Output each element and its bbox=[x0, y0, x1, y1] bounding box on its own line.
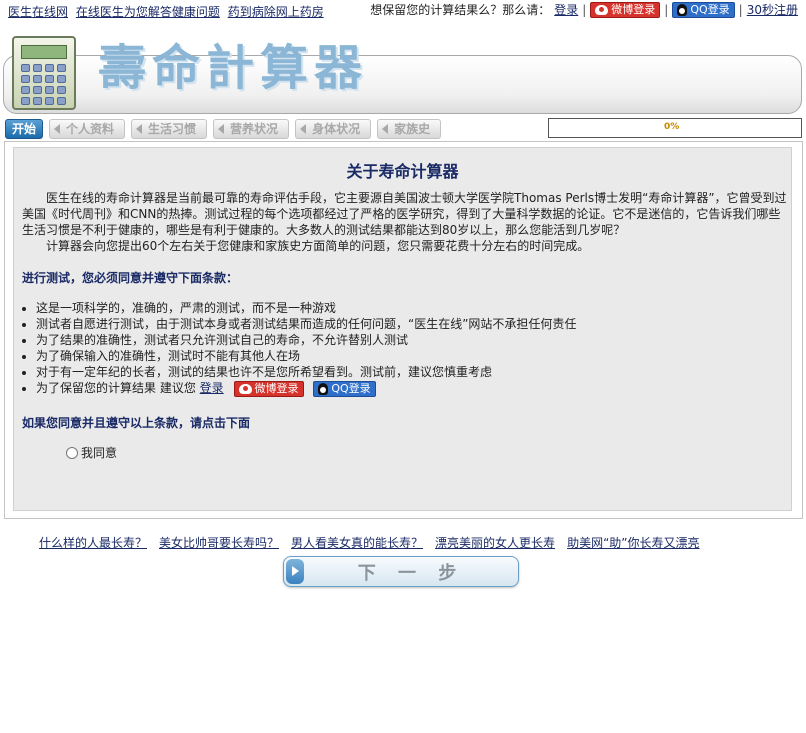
step-tabs: 开始 个人资料 生活习惯 营养状况 身体状况 家族史 bbox=[5, 119, 442, 139]
content-box: 关于寿命计算器 医生在线的寿命计算器是当前最可靠的寿命评估手段，它主要源自美国波… bbox=[13, 147, 792, 511]
top-link-doctor-online[interactable]: 医生在线网 bbox=[8, 5, 68, 19]
terms-item: 测试者自愿进行测试，由于测试本身或者测试结果而造成的任何问题，“医生在线”网站不… bbox=[36, 316, 792, 332]
agree-label: 我同意 bbox=[81, 445, 118, 460]
tab-nutrition[interactable]: 营养状况 bbox=[213, 119, 290, 139]
section-title: 关于寿命计算器 bbox=[346, 162, 459, 181]
tab-physical[interactable]: 身体状况 bbox=[295, 119, 372, 139]
qq-penguin-icon bbox=[677, 3, 688, 16]
related-link[interactable]: 美女比帅哥要长寿吗？ bbox=[159, 534, 279, 551]
save-prompt: 想保留您的计算结果么？那么请： bbox=[370, 3, 551, 17]
page-logo-title: 壽命計算器 bbox=[98, 40, 369, 96]
top-right-login-bar: 想保留您的计算结果么？那么请： 登录 | 微博登录 | QQ登录 | 30秒注册 bbox=[370, 1, 798, 18]
arrow-right-icon bbox=[286, 559, 304, 584]
separator: | bbox=[738, 2, 743, 17]
weibo-icon bbox=[595, 4, 609, 15]
weibo-icon bbox=[238, 383, 252, 394]
qq-login-button[interactable]: QQ登录 bbox=[672, 1, 735, 18]
progress-label: 0% bbox=[664, 122, 680, 132]
about-content: 医生在线的寿命计算器是当前最可靠的寿命评估手段，它主要源自美国波士顿大学医学院T… bbox=[22, 190, 792, 461]
next-step-button[interactable]: 下 一 步 bbox=[283, 556, 519, 587]
weibo-login-label: 微博登录 bbox=[254, 381, 299, 395]
weibo-login-label: 微博登录 bbox=[611, 2, 656, 16]
terms-item: 这是一项科学的，准确的，严肃的测试，而不是一种游戏 bbox=[36, 300, 792, 316]
weibo-login-button[interactable]: 微博登录 bbox=[590, 1, 661, 18]
tab-personal-info[interactable]: 个人资料 bbox=[49, 119, 126, 139]
related-link[interactable]: 助美网“助”你长寿又漂亮 bbox=[567, 534, 699, 551]
next-step-label: 下 一 步 bbox=[357, 562, 465, 584]
intro-paragraph-2: 计算器会向您提出60个左右关于您健康和家族史方面简单的问题，您只需要花费十分左右… bbox=[46, 239, 590, 253]
tab-family-history[interactable]: 家族史 bbox=[377, 119, 442, 139]
qq-login-label: QQ登录 bbox=[331, 381, 371, 395]
related-link[interactable]: 男人看美女真的能长寿？ bbox=[291, 534, 423, 551]
separator: | bbox=[664, 2, 669, 17]
progress-bar: 0% bbox=[548, 118, 802, 138]
top-link-online-doctor[interactable]: 在线医生为您解答健康问题 bbox=[76, 5, 220, 19]
tab-start[interactable]: 开始 bbox=[5, 119, 44, 139]
terms-item: 对于有一定年纪的长者，测试的结果也许不是您所希望看到。测试前，建议您慎重考虑 bbox=[36, 364, 792, 380]
related-links: 什么样的人最长寿？ 美女比帅哥要长寿吗？ 男人看美女真的能长寿？ 漂亮美丽的女人… bbox=[39, 534, 700, 551]
terms-item: 为了结果的准确性，测试者只允许测试自己的寿命，不允许替别人测试 bbox=[36, 332, 792, 348]
agree-option[interactable]: 我同意 bbox=[66, 445, 792, 461]
agree-radio[interactable] bbox=[66, 446, 78, 459]
terms-list: 这是一项科学的，准确的，严肃的测试，而不是一种游戏 测试者自愿进行测试，由于测试… bbox=[22, 300, 792, 397]
related-link[interactable]: 什么样的人最长寿？ bbox=[39, 534, 147, 551]
terms-item: 为了确保输入的准确性，测试时不能有其他人在场 bbox=[36, 348, 792, 364]
top-links: 医生在线网 在线医生为您解答健康问题 药到病除网上药房 bbox=[8, 3, 328, 20]
top-link-pharmacy[interactable]: 药到病除网上药房 bbox=[228, 5, 324, 19]
intro-paragraph: 医生在线的寿命计算器是当前最可靠的寿命评估手段，它主要源自美国波士顿大学医学院T… bbox=[22, 191, 787, 237]
save-term-text: 为了保留您的计算结果 建议您 bbox=[36, 381, 196, 395]
terms-heading: 进行测试，您必须同意并遵守下面条款： bbox=[22, 271, 239, 285]
calculator-icon bbox=[12, 36, 76, 110]
save-login-link[interactable]: 登录 bbox=[200, 381, 224, 395]
top-login-link[interactable]: 登录 bbox=[554, 1, 578, 18]
qq-penguin-icon bbox=[318, 382, 329, 395]
weibo-login-button-inline[interactable]: 微博登录 bbox=[233, 380, 304, 397]
qq-login-label: QQ登录 bbox=[690, 2, 730, 16]
related-link[interactable]: 漂亮美丽的女人更长寿 bbox=[435, 534, 555, 551]
separator: | bbox=[582, 2, 587, 17]
qq-login-button-inline[interactable]: QQ登录 bbox=[313, 380, 376, 397]
register-link[interactable]: 30秒注册 bbox=[747, 1, 798, 18]
main-panel: 关于寿命计算器 医生在线的寿命计算器是当前最可靠的寿命评估手段，它主要源自美国波… bbox=[4, 141, 803, 519]
agree-heading: 如果您同意并且遵守以上条款，请点击下面 bbox=[22, 415, 251, 430]
terms-item-save: 为了保留您的计算结果 建议您 登录 微博登录 QQ登录 bbox=[36, 380, 792, 397]
tab-lifestyle[interactable]: 生活习惯 bbox=[131, 119, 208, 139]
